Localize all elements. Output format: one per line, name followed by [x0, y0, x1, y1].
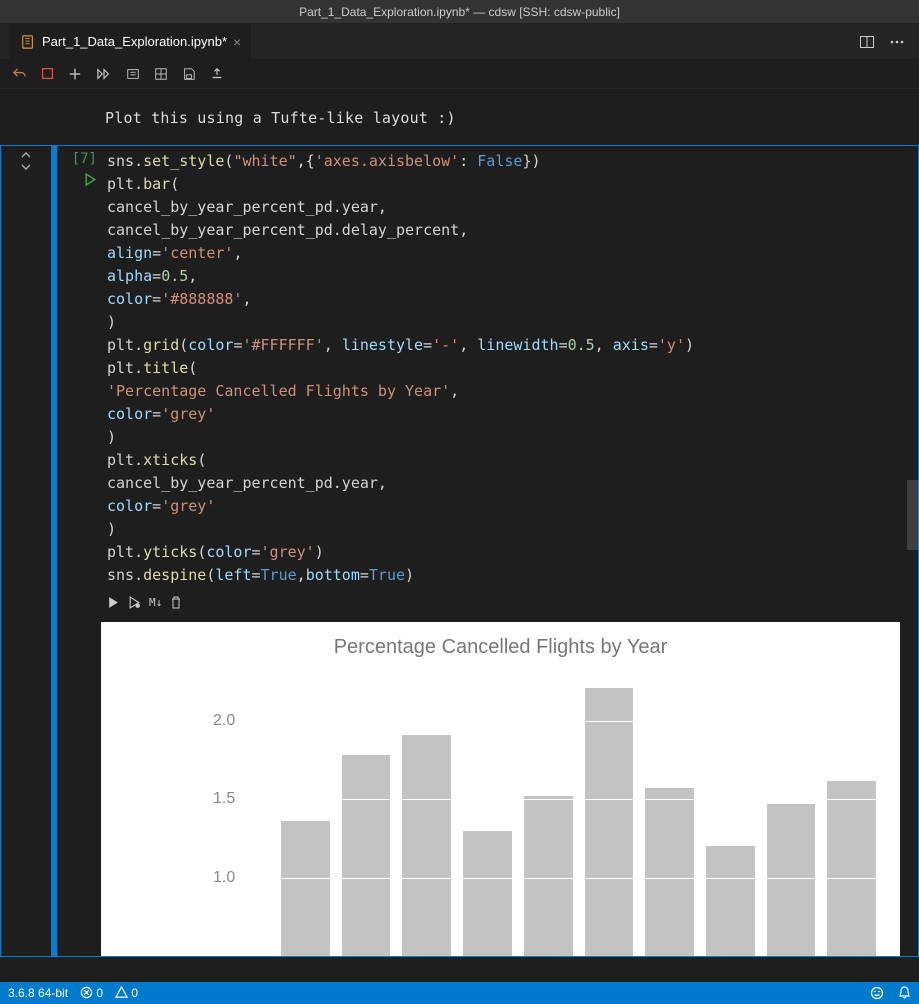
bar	[342, 755, 391, 956]
clear-output-icon[interactable]	[126, 67, 140, 81]
bar	[706, 846, 755, 956]
window-title: Part_1_Data_Exploration.ipynb* — cdsw [S…	[299, 5, 620, 19]
window-titlebar: Part_1_Data_Exploration.ipynb* — cdsw [S…	[0, 0, 919, 24]
bar	[645, 788, 694, 956]
warnings-status[interactable]: 0	[115, 986, 138, 1000]
run-below-icon[interactable]	[107, 596, 120, 609]
feedback-icon[interactable]	[870, 986, 884, 1000]
bar	[827, 781, 876, 956]
code-editor[interactable]: sns.set_style("white",{'axes.axisbelow':…	[101, 146, 918, 622]
bar	[585, 688, 634, 956]
tab-bar: Part_1_Data_Exploration.ipynb* ×	[0, 24, 919, 59]
export-icon[interactable]	[210, 67, 224, 81]
tab-label: Part_1_Data_Exploration.ipynb*	[42, 34, 227, 49]
execution-column: [7]	[57, 146, 101, 622]
bar	[402, 735, 451, 956]
delete-cell-icon[interactable]	[170, 596, 182, 609]
close-icon[interactable]: ×	[233, 34, 241, 50]
markdown-text: Plot this using a Tufte-like layout :)	[105, 109, 456, 127]
markdown-cell[interactable]: Plot this using a Tufte-like layout :)	[0, 89, 919, 145]
bar	[524, 796, 573, 956]
kernel-status[interactable]: 3.6.8 64-bit	[8, 986, 68, 1000]
gridline	[267, 878, 890, 879]
run-all-icon[interactable]	[96, 67, 112, 81]
run-cell-icon[interactable]	[84, 173, 97, 186]
execution-count: [7]	[72, 151, 97, 167]
gridline	[267, 799, 890, 800]
markdown-toggle-icon[interactable]: M↓	[149, 591, 162, 614]
bar	[463, 831, 512, 956]
undo-icon[interactable]	[12, 66, 27, 81]
code-cell[interactable]: [7] sns.set_style("white",{'axes.axisbel…	[0, 145, 919, 957]
y-tick-label: 1.0	[213, 869, 235, 887]
collapse-down-icon[interactable]	[20, 162, 32, 172]
variables-icon[interactable]	[154, 67, 168, 81]
add-cell-icon[interactable]	[68, 67, 82, 81]
chart-title: Percentage Cancelled Flights by Year	[101, 622, 900, 659]
cell-output: Percentage Cancelled Flights by Year 1.0…	[1, 622, 918, 956]
scrollbar-thumb[interactable]	[907, 480, 919, 550]
save-icon[interactable]	[182, 67, 196, 81]
y-tick-label: 2.0	[213, 712, 235, 730]
bell-icon[interactable]	[898, 986, 911, 1000]
split-editor-icon[interactable]	[859, 34, 875, 50]
notebook-toolbar	[0, 59, 919, 89]
fold-gutter	[1, 146, 51, 622]
gridline	[267, 721, 890, 722]
run-by-line-icon[interactable]	[128, 596, 141, 609]
y-tick-label: 1.5	[213, 790, 235, 808]
stop-icon[interactable]	[41, 67, 54, 80]
cell-bottom-toolbar: M↓	[107, 587, 908, 618]
status-bar: 3.6.8 64-bit 0 0	[0, 982, 919, 1004]
more-icon[interactable]	[889, 34, 905, 50]
notebook-icon	[20, 34, 36, 50]
tab-notebook[interactable]: Part_1_Data_Exploration.ipynb* ×	[10, 24, 251, 59]
plot-area	[267, 674, 890, 956]
chart-output: Percentage Cancelled Flights by Year 1.0…	[101, 622, 900, 956]
errors-status[interactable]: 0	[80, 986, 103, 1000]
bar	[767, 804, 816, 956]
bar	[281, 821, 330, 956]
collapse-up-icon[interactable]	[20, 150, 32, 160]
